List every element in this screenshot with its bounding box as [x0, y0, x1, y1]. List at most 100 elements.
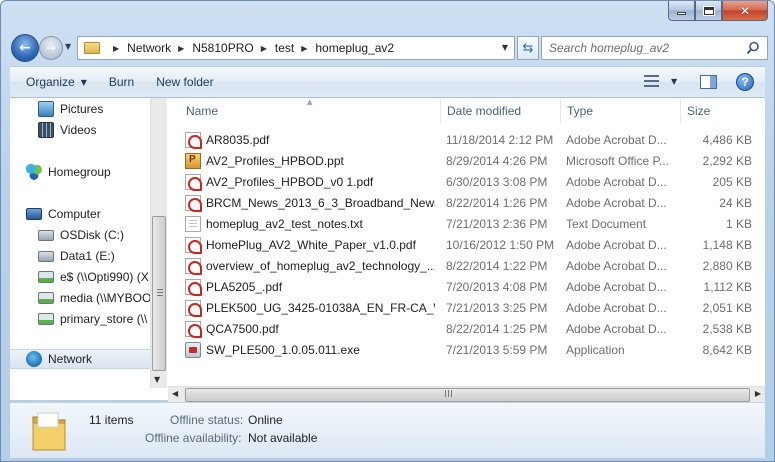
- column-header-date-modified[interactable]: Date modified: [441, 98, 561, 123]
- breadcrumb-chevron-icon[interactable]: ▶: [301, 44, 307, 53]
- change-view-button[interactable]: ▼: [644, 75, 677, 87]
- offline-status-value: Online: [248, 413, 283, 427]
- nav-item-label: Videos: [60, 123, 97, 137]
- file-size: 205 KB: [712, 174, 752, 189]
- nav-item-e-opti990[interactable]: e$ (\\Opti990) (X: [38, 267, 149, 287]
- file-row[interactable]: AV2_Profiles_HPBOD_v0 1.pdf 6/30/2013 3:…: [168, 171, 765, 192]
- refresh-button[interactable]: ⇆: [517, 36, 539, 60]
- scroll-right-arrow-icon[interactable]: ▶: [755, 389, 761, 398]
- close-button[interactable]: ✕: [722, 1, 768, 21]
- column-header-type[interactable]: Type: [561, 98, 681, 123]
- preview-pane-icon[interactable]: [700, 75, 717, 89]
- nav-item-label: Network: [48, 352, 93, 366]
- organize-label: Organize: [26, 75, 75, 89]
- breadcrumb-chevron-icon[interactable]: ▶: [113, 44, 119, 53]
- powerpoint-file-icon: [185, 152, 201, 169]
- file-type: Adobe Acrobat D...: [566, 258, 667, 273]
- file-row[interactable]: SW_PLE500_1.0.05.011.exe 7/21/2013 5:59 …: [168, 339, 765, 360]
- content-area: Pictures Videos Homegroup Computer OSDis…: [10, 98, 765, 403]
- file-date: 8/22/2014 1:25 PM: [446, 321, 548, 336]
- file-row[interactable]: QCA7500.pdf 8/22/2014 1:25 PM Adobe Acro…: [168, 318, 765, 339]
- recent-pages-dropdown-icon[interactable]: ▼: [65, 42, 71, 51]
- search-input[interactable]: [549, 41, 739, 55]
- file-row[interactable]: overview_of_homeplug_av2_technology_... …: [168, 255, 765, 276]
- column-header-label: Size: [687, 103, 711, 118]
- file-size: 2,292 KB: [702, 153, 752, 168]
- file-row[interactable]: PLEK500_UG_3425-01038A_EN_FR-CA_W... 7/2…: [168, 297, 765, 318]
- nav-item-label: media (\\MYBOO: [60, 291, 150, 305]
- burn-button[interactable]: Burn: [98, 70, 145, 94]
- file-name-cell: AV2_Profiles_HPBOD_v0 1.pdf: [185, 171, 435, 192]
- breadcrumb-network[interactable]: Network: [127, 41, 171, 55]
- scroll-left-arrow-icon[interactable]: ◀: [172, 389, 178, 398]
- pdf-file-icon: [185, 131, 202, 149]
- folder-icon: [84, 42, 100, 54]
- address-bar[interactable]: ▶ Network ▶ N5810PRO ▶ test ▶ homeplug_a…: [77, 36, 515, 60]
- nav-item-data1[interactable]: Data1 (E:): [38, 246, 115, 266]
- file-row[interactable]: BRCM_News_2013_6_3_Broadband_News... 8/2…: [168, 192, 765, 213]
- new-folder-label: New folder: [156, 75, 214, 89]
- nav-item-homegroup[interactable]: Homegroup: [26, 162, 111, 182]
- file-type: Adobe Acrobat D...: [566, 132, 667, 147]
- breadcrumb-homeplug-av2[interactable]: homeplug_av2: [315, 41, 394, 55]
- scrollbar-thumb[interactable]: [185, 388, 750, 402]
- search-icon[interactable]: [746, 41, 760, 55]
- file-type: Adobe Acrobat D...: [566, 174, 667, 189]
- file-row[interactable]: AR8035.pdf 11/18/2014 2:12 PM Adobe Acro…: [168, 129, 765, 150]
- help-icon[interactable]: ?: [736, 73, 754, 91]
- file-name: AV2_Profiles_HPBOD.ppt: [206, 153, 344, 168]
- file-row[interactable]: AV2_Profiles_HPBOD.ppt 8/29/2014 4:26 PM…: [168, 150, 765, 171]
- file-size: 2,538 KB: [702, 321, 752, 336]
- file-name: AR8035.pdf: [206, 132, 270, 147]
- scrollbar-thumb[interactable]: [152, 216, 166, 371]
- breadcrumb-test[interactable]: test: [275, 41, 294, 55]
- pdf-file-icon: [185, 236, 202, 254]
- file-name: BRCM_News_2013_6_3_Broadband_News...: [206, 195, 435, 210]
- homegroup-icon: [26, 164, 42, 180]
- nav-item-media[interactable]: media (\\MYBOO: [38, 288, 150, 308]
- file-date: 7/21/2013 2:36 PM: [446, 216, 548, 231]
- file-name-cell: AV2_Profiles_HPBOD.ppt: [185, 150, 435, 171]
- file-name: SW_PLE500_1.0.05.011.exe: [206, 342, 360, 357]
- breadcrumb-chevron-icon[interactable]: ▶: [261, 44, 267, 53]
- application-file-icon: [185, 341, 201, 358]
- file-list-horizontal-scrollbar[interactable]: ◀ ▶: [168, 386, 765, 403]
- column-header-label: Name: [186, 103, 219, 118]
- scrollbar-grip: [157, 289, 163, 298]
- nav-item-primary-store[interactable]: primary_store (\\: [38, 309, 147, 329]
- breadcrumb-n5810pro[interactable]: N5810PRO: [192, 41, 253, 55]
- file-type: Microsoft Office P...: [566, 153, 669, 168]
- column-header-size[interactable]: Size: [681, 98, 756, 123]
- file-row[interactable]: homeplug_av2_test_notes.txt 7/21/2013 2:…: [168, 213, 765, 234]
- nav-item-osdisk[interactable]: OSDisk (C:): [38, 225, 124, 245]
- column-headers: ▲ Name Date modified Type Size: [168, 98, 765, 123]
- maximize-button[interactable]: [695, 1, 722, 21]
- search-box[interactable]: [541, 36, 768, 60]
- back-button[interactable]: ←: [11, 34, 39, 62]
- column-header-name[interactable]: Name: [180, 98, 441, 123]
- address-dropdown-icon[interactable]: ▼: [502, 43, 508, 52]
- forward-button[interactable]: →: [39, 36, 63, 60]
- item-count: 11 items: [89, 413, 134, 427]
- new-folder-button[interactable]: New folder: [145, 70, 224, 94]
- nav-item-network[interactable]: Network: [10, 349, 150, 369]
- file-row[interactable]: PLA5205_.pdf 7/20/2013 4:08 PM Adobe Acr…: [168, 276, 765, 297]
- file-size: 2,051 KB: [702, 300, 752, 315]
- nav-item-pictures[interactable]: Pictures: [38, 99, 103, 119]
- nav-pane-scrollbar[interactable]: ▼: [150, 98, 167, 388]
- scroll-down-arrow-icon[interactable]: ▼: [154, 375, 160, 384]
- nav-item-videos[interactable]: Videos: [38, 120, 96, 140]
- file-name-cell: PLA5205_.pdf: [185, 276, 435, 297]
- file-row[interactable]: HomePlug_AV2_White_Paper_v1.0.pdf 10/16/…: [168, 234, 765, 255]
- breadcrumb-chevron-icon[interactable]: ▶: [178, 44, 184, 53]
- organize-button[interactable]: Organize ▼: [10, 70, 98, 94]
- file-name-cell: AR8035.pdf: [185, 129, 435, 150]
- folder-icon: [32, 412, 66, 451]
- chevron-down-icon: ▼: [671, 76, 678, 86]
- close-icon: ✕: [739, 3, 751, 18]
- file-name: PLEK500_UG_3425-01038A_EN_FR-CA_W...: [206, 300, 435, 315]
- nav-item-computer[interactable]: Computer: [26, 204, 101, 224]
- pdf-file-icon: [185, 278, 202, 296]
- minimize-button[interactable]: [668, 1, 695, 21]
- videos-icon: [38, 122, 54, 138]
